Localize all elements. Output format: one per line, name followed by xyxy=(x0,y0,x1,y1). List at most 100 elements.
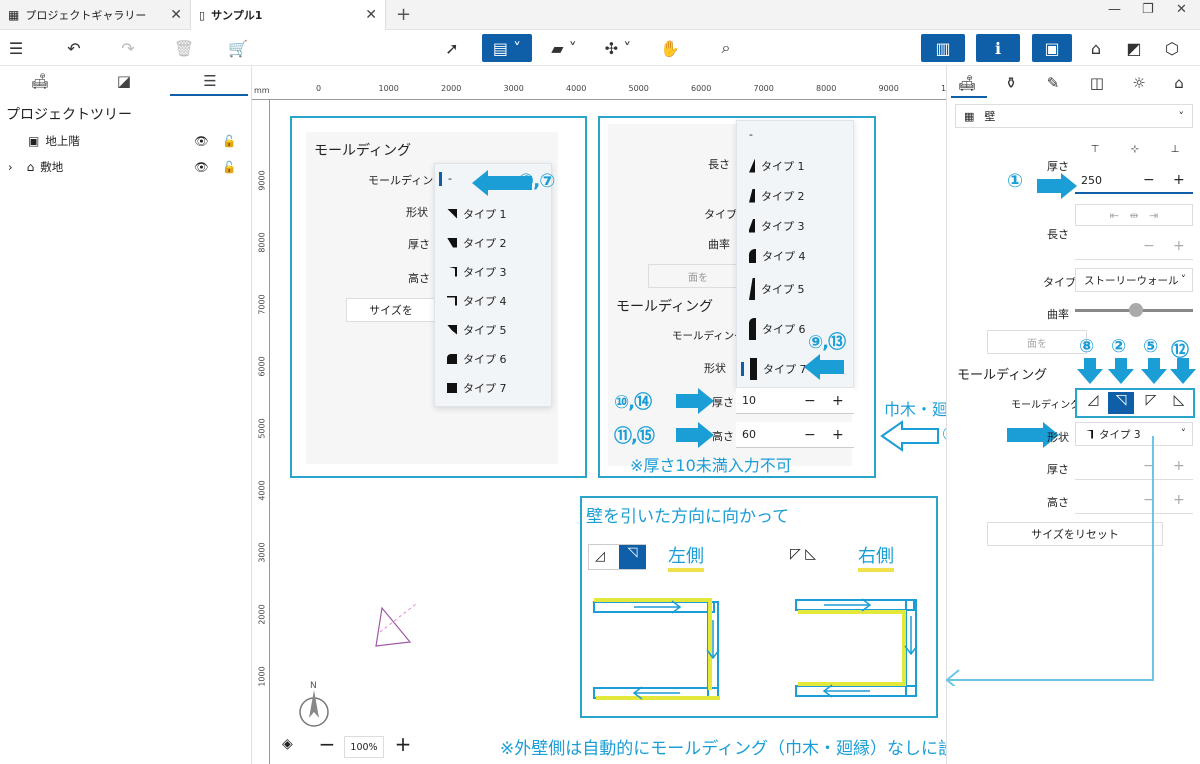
plus-icon[interactable]: + xyxy=(832,393,844,409)
minus-icon[interactable]: − xyxy=(1143,172,1155,188)
wall-tool-button[interactable]: ▤ ˅ xyxy=(482,34,532,62)
search-icon[interactable]: ⌕ xyxy=(714,34,738,62)
zoom-out-button[interactable]: − xyxy=(314,732,340,758)
dropdown-item-type5[interactable]: タイプ 5 xyxy=(737,271,853,307)
dropdown-item-type6[interactable]: タイプ 6 xyxy=(435,344,551,373)
2d-view-button[interactable]: ▣ xyxy=(1032,34,1072,62)
pen-tab-icon[interactable]: ✎ xyxy=(1033,74,1073,92)
minus-icon[interactable]: − xyxy=(804,393,816,409)
ruler-tick-label: 3000 xyxy=(503,84,524,93)
new-tab-button[interactable]: + xyxy=(396,4,411,25)
label-length: 長さ xyxy=(708,158,730,171)
dropdown-item-type3[interactable]: タイプ 3 xyxy=(435,257,551,286)
close-icon[interactable]: ✕ xyxy=(170,7,182,23)
dropdown-item-type4[interactable]: タイプ 4 xyxy=(435,286,551,315)
type-select[interactable]: ストーリーウォール ˅ xyxy=(1075,268,1193,292)
layers-icon[interactable]: ◈ xyxy=(282,736,302,758)
thickness-value[interactable]: 250 xyxy=(1081,174,1102,187)
fill-tab-icon[interactable]: ⚱ xyxy=(991,74,1031,92)
unlock-icon[interactable]: 🔓 xyxy=(222,160,236,174)
hand-pan-icon[interactable]: ✋ xyxy=(658,34,682,62)
arrow-down-icon xyxy=(1170,358,1196,384)
undo-icon[interactable]: ↶ xyxy=(62,34,86,62)
plus-icon[interactable]: + xyxy=(1173,238,1185,254)
reset-size-button[interactable]: サイズを xyxy=(346,298,436,322)
height-value[interactable]: 60 xyxy=(742,428,756,441)
dropdown-item-none[interactable]: - xyxy=(737,121,853,147)
baseboard-left-icon[interactable]: ◿ xyxy=(1080,392,1106,414)
label-thickness: 厚さ xyxy=(712,396,734,409)
plus-icon[interactable]: + xyxy=(1173,492,1185,508)
type1-profile-icon xyxy=(749,158,755,173)
minus-icon[interactable]: − xyxy=(1143,238,1155,254)
measure-tool-button[interactable]: ✣ ˅ xyxy=(600,34,636,62)
dropdown-item-type4[interactable]: タイプ 4 xyxy=(737,241,853,270)
furniture-tab-icon[interactable]: 🛋 xyxy=(0,72,80,94)
curvature-slider-thumb[interactable] xyxy=(1129,303,1143,317)
chevron-right-icon[interactable]: › xyxy=(8,160,13,174)
unlock-icon[interactable]: 🔓 xyxy=(222,134,236,148)
select-pointer-icon[interactable]: ➚ xyxy=(440,34,464,62)
zoom-level[interactable]: 100% xyxy=(344,736,384,758)
close-icon[interactable]: ✕ xyxy=(365,7,377,23)
3d-house-icon[interactable]: ⌂ xyxy=(1082,34,1110,62)
tab-project-gallery[interactable]: ▦ プロジェクトギャラリー ✕ xyxy=(0,0,190,30)
dropdown-item-type2[interactable]: タイプ 2 xyxy=(737,181,853,210)
align-top-icon[interactable]: ⊤ xyxy=(1075,138,1115,160)
close-window-icon[interactable]: ✕ xyxy=(1176,2,1187,17)
label-curvature: 曲率 xyxy=(708,238,730,251)
redo-icon[interactable]: ↷ xyxy=(116,34,140,62)
thickness-value[interactable]: 10 xyxy=(742,394,756,407)
3d-section-icon[interactable]: ◩ xyxy=(1120,34,1148,62)
thickness-note: ※厚さ10未満入力不可 xyxy=(630,456,792,475)
camera-tab-icon[interactable]: ◫ xyxy=(1077,74,1117,92)
height-stepper[interactable]: 60 − + xyxy=(736,422,854,448)
face-button[interactable]: 面を xyxy=(987,330,1087,354)
house-tab-icon[interactable]: ⌂ xyxy=(1159,74,1199,92)
eye-icon[interactable]: 👁 xyxy=(194,134,209,148)
materials-tab-icon[interactable]: ◪ xyxy=(84,72,164,94)
trash-icon[interactable]: 🗑 xyxy=(172,34,196,62)
restore-icon[interactable]: ❐ xyxy=(1142,2,1154,17)
minimize-icon[interactable]: — xyxy=(1108,2,1121,17)
design-tab-icon[interactable]: 🛋 xyxy=(947,74,987,92)
menu-icon[interactable]: ☰ xyxy=(6,34,26,62)
minus-icon[interactable]: − xyxy=(804,427,816,443)
dropdown-item-type1[interactable]: タイプ 1 xyxy=(737,151,853,180)
plus-icon[interactable]: + xyxy=(1173,458,1185,474)
library-button[interactable]: ▥ xyxy=(921,34,965,62)
align-center-icon[interactable]: ⊹ xyxy=(1115,138,1155,160)
length-anchor-buttons[interactable]: ⇤ ⇹ ⇥ xyxy=(1075,204,1193,226)
plus-icon[interactable]: + xyxy=(832,427,844,443)
tab-sample1[interactable]: ▯ サンプル1 ✕ xyxy=(190,0,386,30)
cart-icon[interactable]: 🛒 xyxy=(226,34,250,62)
tree-item-ground-floor[interactable]: ▣ 地上階 👁 🔓 xyxy=(0,130,252,152)
3d-box-icon[interactable]: ⬡ xyxy=(1158,34,1186,62)
dropdown-label: タイプ 1 xyxy=(761,159,805,173)
dropdown-item-type3[interactable]: タイプ 3 xyxy=(737,211,853,240)
plus-icon[interactable]: + xyxy=(1173,172,1185,188)
baseboard-right-icon[interactable]: ◺ xyxy=(1166,392,1192,414)
eye-icon[interactable]: 👁 xyxy=(194,160,209,174)
thickness-stepper[interactable]: 10 − + xyxy=(736,388,854,414)
dropdown-item-type5[interactable]: タイプ 5 xyxy=(435,315,551,344)
tree-item-site[interactable]: › ⌂ 敷地 👁 🔓 xyxy=(0,156,252,178)
length-input[interactable]: − + xyxy=(1075,234,1193,260)
thickness-input[interactable]: 250 − + xyxy=(1075,168,1193,194)
dropdown-item-type7[interactable]: タイプ 7 xyxy=(435,373,551,402)
type4-icon xyxy=(447,295,457,306)
dropdown-item-type2[interactable]: タイプ 2 xyxy=(435,228,551,257)
dropdown-item-type1[interactable]: タイプ 1 xyxy=(435,199,551,228)
info-button[interactable]: ℹ xyxy=(976,34,1020,62)
project-tree-tab-icon[interactable]: ☰ xyxy=(170,72,250,94)
crown-right-icon[interactable]: ◸ xyxy=(1138,392,1164,414)
zoom-in-button[interactable]: + xyxy=(390,732,416,758)
dropdown-label: タイプ 2 xyxy=(463,236,507,250)
drawing-canvas[interactable]: mm 0 1000 2000 3000 4000 5000 6000 7000 8000 9000… xyxy=(252,66,1040,764)
element-selector[interactable]: ▦ 壁 ˅ xyxy=(955,104,1193,128)
align-bottom-icon[interactable]: ⊥ xyxy=(1155,138,1195,160)
crown-left-icon[interactable]: ◹ xyxy=(1108,392,1134,414)
sun-tab-icon[interactable]: ☼ xyxy=(1119,74,1159,92)
floor-tool-button[interactable]: ▰ ˅ xyxy=(546,34,582,62)
face-button[interactable]: 面を xyxy=(648,264,748,288)
